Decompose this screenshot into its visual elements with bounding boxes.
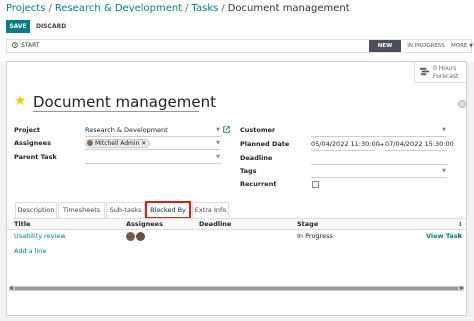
breadcrumb-current: Document management bbox=[227, 3, 350, 14]
planned-end-field[interactable]: 07/04/2022 15:30:00 bbox=[385, 140, 454, 151]
breadcrumb-separator: / bbox=[185, 3, 189, 14]
stage-in-progress[interactable]: IN PROGRESS bbox=[403, 40, 449, 52]
parent-task-field[interactable]: ▼ bbox=[85, 153, 221, 164]
avatar bbox=[136, 232, 145, 241]
assignees-field[interactable]: Mitchell Admin ✕ ▼ bbox=[85, 139, 221, 150]
priority-star-icon[interactable]: ★ bbox=[14, 94, 27, 108]
tab-timesheets[interactable]: Timesheets bbox=[58, 202, 105, 218]
caret-down-icon: ▼ bbox=[442, 127, 446, 133]
delete-row-icon[interactable]: ✕ bbox=[457, 232, 462, 241]
clock-icon bbox=[12, 42, 18, 48]
breadcrumb-tasks[interactable]: Tasks bbox=[192, 3, 219, 14]
breadcrumb-separator: / bbox=[221, 3, 225, 14]
tab-blocked-by[interactable]: Blocked By bbox=[145, 201, 191, 219]
recurrent-checkbox[interactable] bbox=[312, 181, 319, 188]
project-field[interactable]: Research & Development ▼ bbox=[85, 126, 221, 137]
column-assignees[interactable]: Assignees bbox=[126, 220, 163, 229]
stage-more[interactable]: MORE ▼ bbox=[451, 40, 473, 52]
stage-new[interactable]: NEW bbox=[369, 40, 401, 52]
recurrent-label: Recurrent bbox=[240, 180, 277, 188]
planned-start-field[interactable]: 05/04/2022 11:30:00 bbox=[311, 140, 380, 151]
avatar bbox=[87, 140, 93, 146]
row-stage: In Progress bbox=[297, 232, 333, 240]
project-value: Research & Development bbox=[85, 126, 168, 134]
column-stage[interactable]: Stage bbox=[297, 220, 318, 229]
form-sheet: 0 Hours Forecast ★ Document management P… bbox=[6, 61, 467, 316]
forecast-value: 0 Hours bbox=[433, 65, 457, 72]
customer-field[interactable]: ▼ bbox=[311, 126, 447, 137]
row-title[interactable]: Usability review bbox=[14, 232, 66, 241]
planned-date-label: Planned Date bbox=[240, 140, 290, 148]
assignees-label: Assignees bbox=[14, 139, 51, 147]
gantt-icon bbox=[420, 67, 429, 76]
external-link-icon[interactable] bbox=[223, 126, 230, 133]
stage-more-label: MORE bbox=[451, 43, 468, 49]
breadcrumb-project[interactable]: Research & Development bbox=[55, 3, 182, 14]
tags-label: Tags bbox=[240, 167, 257, 175]
save-button[interactable]: SAVE bbox=[6, 20, 30, 33]
column-options-icon[interactable]: ⁝ bbox=[459, 220, 461, 229]
deadline-field[interactable] bbox=[311, 154, 447, 165]
table-header: Title Assignees Deadline Stage ⁝ bbox=[7, 219, 466, 230]
project-label: Project bbox=[14, 126, 41, 134]
tab-description[interactable]: Description bbox=[15, 202, 57, 218]
customer-label: Customer bbox=[240, 126, 276, 134]
avatar bbox=[126, 232, 135, 241]
column-deadline[interactable]: Deadline bbox=[199, 220, 231, 229]
table-row[interactable]: Usability review In Progress View Task ✕ bbox=[7, 230, 466, 243]
breadcrumb: Projects / Research & Development / Tasks / Do… bbox=[6, 3, 350, 14]
scroll-right-icon[interactable] bbox=[460, 286, 464, 290]
horizontal-scrollbar[interactable] bbox=[9, 286, 464, 291]
start-button[interactable]: START bbox=[12, 40, 40, 52]
caret-down-icon: ▼ bbox=[442, 168, 446, 174]
breadcrumb-projects[interactable]: Projects bbox=[6, 3, 45, 14]
forecast-stat-button[interactable]: 0 Hours Forecast bbox=[414, 62, 466, 83]
caret-down-icon: ▼ bbox=[216, 154, 220, 160]
caret-down-icon: ▼ bbox=[469, 43, 473, 49]
control-panel: Projects / Research & Development / Tasks / Do… bbox=[0, 0, 474, 62]
kanban-state-icon[interactable] bbox=[458, 100, 466, 108]
column-title[interactable]: Title bbox=[14, 220, 30, 229]
arrow-right-icon: → bbox=[378, 141, 384, 149]
add-a-line-link[interactable]: Add a line bbox=[14, 247, 46, 256]
assignee-tag[interactable]: Mitchell Admin ✕ bbox=[85, 139, 151, 148]
tab-extra-info[interactable]: Extra Info bbox=[192, 202, 229, 218]
discard-button[interactable]: DISCARD bbox=[36, 20, 66, 33]
start-label: START bbox=[21, 42, 40, 49]
parent-task-label: Parent Task bbox=[14, 153, 57, 161]
close-icon[interactable]: ✕ bbox=[141, 140, 146, 147]
deadline-label: Deadline bbox=[240, 154, 273, 162]
caret-down-icon: ▼ bbox=[216, 127, 220, 133]
assignee-tag-label: Mitchell Admin bbox=[95, 140, 140, 147]
task-title-input[interactable]: Document management bbox=[33, 93, 216, 112]
scrollbar-thumb[interactable] bbox=[15, 287, 458, 290]
forecast-label: Forecast bbox=[433, 73, 459, 80]
breadcrumb-separator: / bbox=[48, 3, 52, 14]
tab-sub-tasks[interactable]: Sub-tasks bbox=[106, 202, 145, 218]
caret-down-icon: ▼ bbox=[216, 140, 220, 146]
scroll-left-icon[interactable] bbox=[9, 286, 13, 290]
status-bar: START NEW IN PROGRESS MORE ▼ bbox=[6, 39, 473, 53]
tags-field[interactable]: ▼ bbox=[311, 167, 447, 178]
